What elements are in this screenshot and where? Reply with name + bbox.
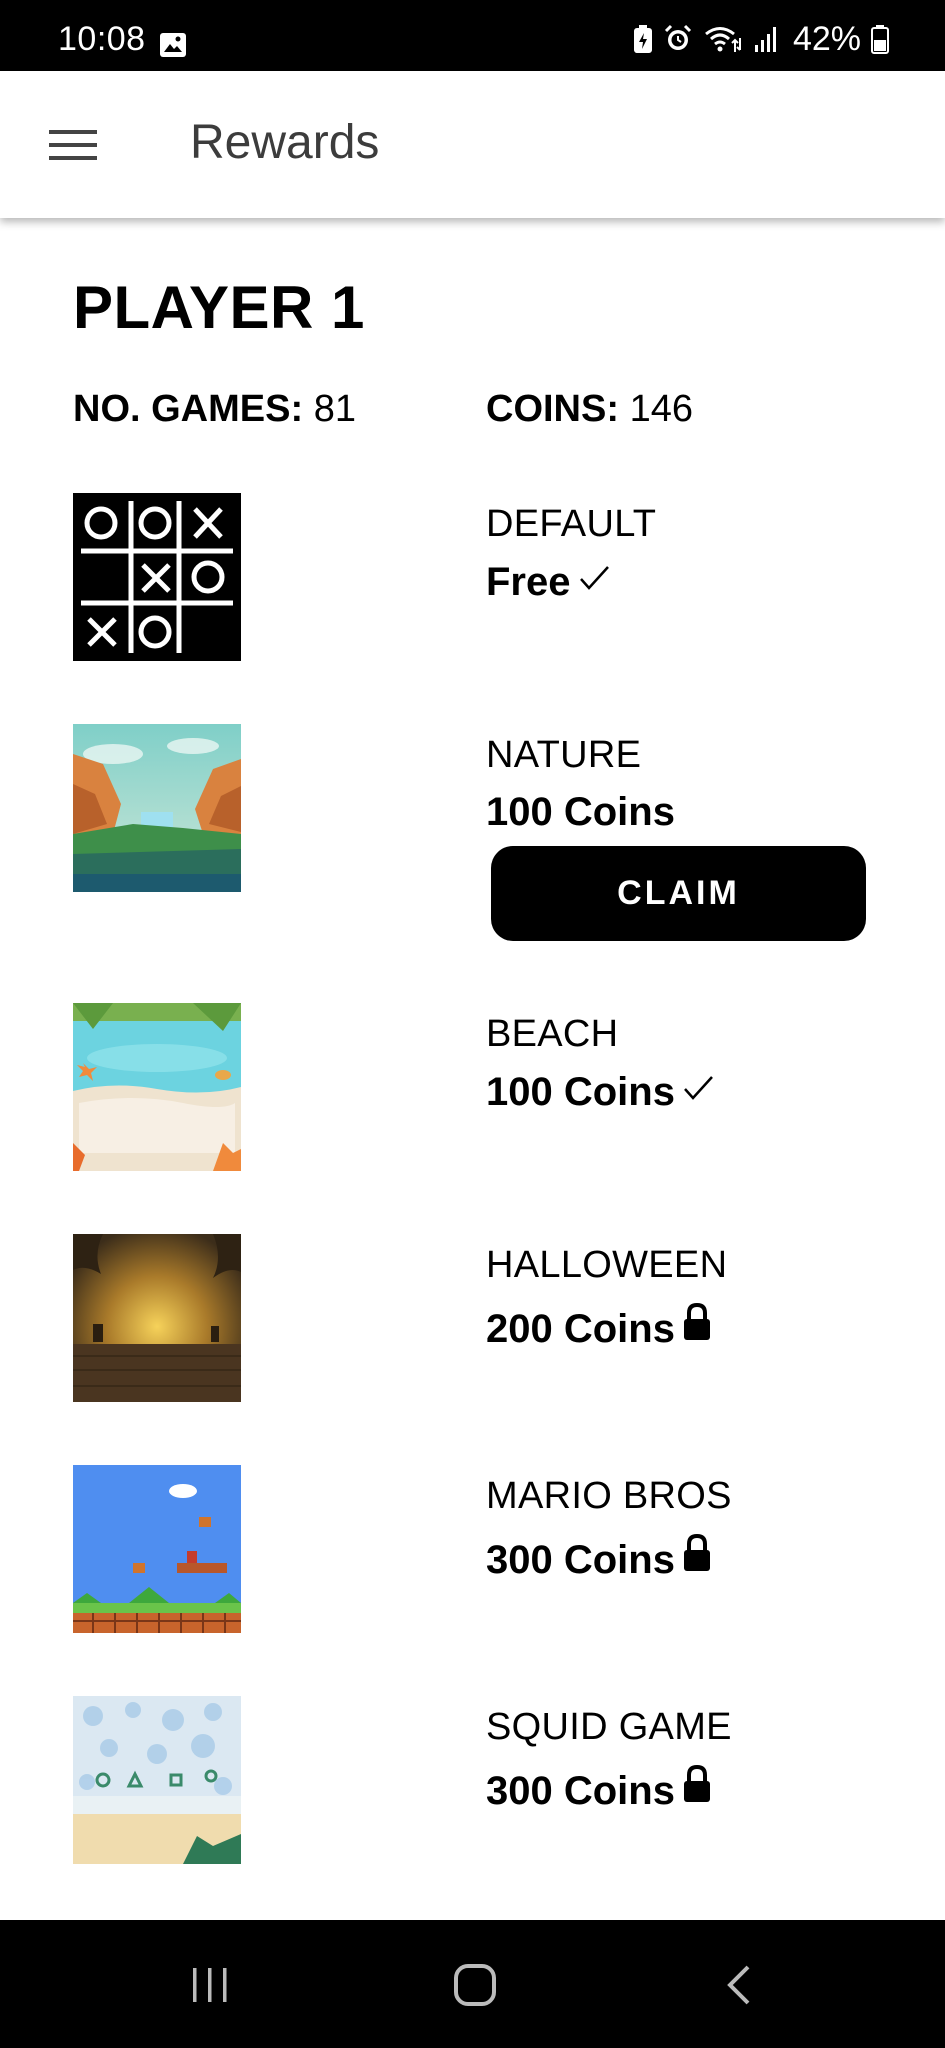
menu-icon: [49, 130, 97, 160]
reward-price-text: Free: [486, 560, 571, 604]
reward-price: Free: [486, 561, 611, 602]
status-bar: 10:08 42%: [0, 0, 945, 71]
home-icon: [454, 1964, 496, 2006]
reward-name: SQUID GAME: [486, 1706, 732, 1748]
reward-thumbnail-mario-bros: [73, 1465, 241, 1633]
back-icon: [727, 1965, 750, 2005]
reward-name: BEACH: [486, 1013, 619, 1055]
reward-thumbnail-default: [73, 493, 241, 661]
reward-price-text: 300 Coins: [486, 1769, 675, 1813]
page-title: Rewards: [190, 116, 380, 169]
player-name: PLAYER 1: [73, 274, 365, 341]
reward-row-mario-bros[interactable]: MARIO BROS 300 Coins: [0, 1465, 945, 1633]
reward-price-text: 100 Coins: [486, 1070, 675, 1114]
reward-thumbnail-squid-game: [73, 1696, 241, 1864]
system-nav-bar: [0, 1920, 945, 2048]
reward-price: 100 Coins: [486, 792, 675, 832]
coins-value: 146: [629, 388, 693, 430]
signal-icon: [753, 24, 781, 54]
coins-label: COINS:: [486, 388, 619, 430]
app-bar: Rewards: [0, 71, 945, 218]
gallery-icon: [159, 32, 187, 58]
reward-thumbnail-beach: [73, 1003, 241, 1171]
rewards-content: PLAYER 1 NO. GAMES: 81 COINS: 146 DEFAUL…: [0, 218, 945, 1920]
reward-row-halloween[interactable]: HALLOWEEN 200 Coins: [0, 1234, 945, 1402]
checkmark-icon: [681, 1071, 715, 1112]
reward-price: 300 Coins: [486, 1533, 713, 1580]
reward-price-text: 100 Coins: [486, 790, 675, 834]
menu-button[interactable]: [34, 115, 114, 175]
reward-name: HALLOWEEN: [486, 1244, 728, 1286]
reward-row-nature[interactable]: NATURE 100 Coins CLAIM: [0, 724, 945, 941]
status-icons: 42%: [633, 22, 889, 56]
wifi-icon: [703, 24, 743, 54]
coins-stat: COINS: 146: [486, 390, 693, 428]
reward-name: DEFAULT: [486, 503, 657, 545]
battery-percentage: 42%: [792, 20, 861, 58]
reward-row-squid-game[interactable]: SQUID GAME 300 Coins: [0, 1696, 945, 1864]
reward-price-text: 200 Coins: [486, 1307, 675, 1351]
lock-icon: [681, 1533, 713, 1580]
recent-apps-icon: [193, 1968, 227, 2002]
checkmark-icon: [577, 561, 611, 602]
lock-icon: [681, 1302, 713, 1349]
battery-saver-icon: [633, 24, 653, 54]
reward-price-text: 300 Coins: [486, 1538, 675, 1582]
reward-thumbnail-nature: [73, 724, 241, 892]
reward-price: 100 Coins: [486, 1071, 715, 1112]
reward-thumbnail-halloween: [73, 1234, 241, 1402]
back-button[interactable]: [695, 1950, 785, 2020]
claim-button[interactable]: CLAIM: [491, 846, 866, 941]
lock-icon: [681, 1764, 713, 1811]
status-time: 10:08: [58, 20, 146, 58]
recent-apps-button[interactable]: [165, 1950, 255, 2020]
home-button[interactable]: [430, 1950, 520, 2020]
reward-name: MARIO BROS: [486, 1475, 732, 1517]
reward-row-default[interactable]: DEFAULT Free: [0, 493, 945, 661]
reward-price: 300 Coins: [486, 1764, 713, 1811]
battery-icon: [871, 24, 889, 54]
games-label: NO. GAMES:: [73, 388, 304, 430]
games-value: 81: [313, 388, 356, 430]
games-stat: NO. GAMES: 81: [73, 390, 356, 428]
reward-price: 200 Coins: [486, 1302, 713, 1349]
reward-name: NATURE: [486, 734, 642, 776]
reward-row-beach[interactable]: BEACH 100 Coins: [0, 1003, 945, 1171]
alarm-icon: [663, 24, 693, 54]
